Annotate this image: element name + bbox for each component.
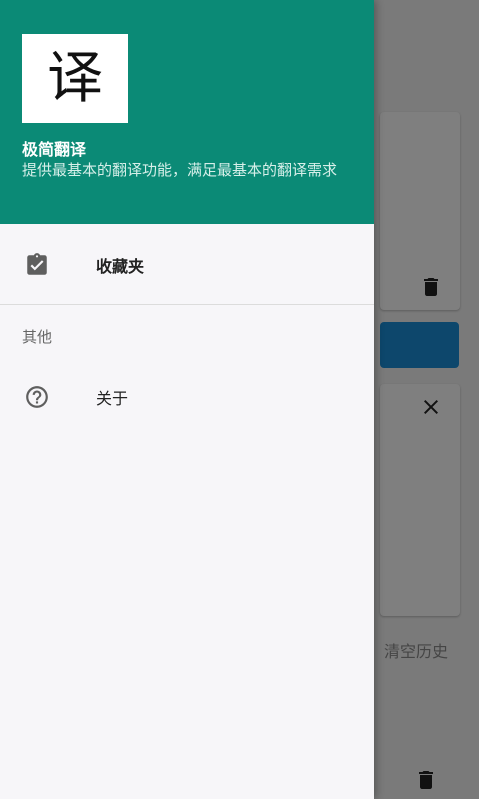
app-title: 极简翻译 — [22, 140, 87, 159]
app-description: 提供最基本的翻译功能，满足最基本的翻译需求 — [22, 161, 338, 179]
drawer-item-label: 收藏夹 — [96, 257, 145, 276]
app-logo-char: 译 — [47, 45, 103, 111]
drawer-item-favorites[interactable]: 收藏夹 — [0, 236, 374, 292]
drawer-item-label: 关于 — [96, 389, 129, 408]
section-title-other: 其他 — [22, 328, 53, 346]
drawer-item-about[interactable]: 关于 — [0, 368, 374, 424]
clipboard-check-icon — [24, 252, 50, 278]
drawer-divider — [0, 304, 374, 305]
navigation-drawer: 译 极简翻译 提供最基本的翻译功能，满足最基本的翻译需求 收藏夹 其他 关于 — [0, 0, 374, 799]
help-circle-icon — [24, 384, 50, 410]
app-logo: 译 — [22, 34, 128, 123]
drawer-header: 译 极简翻译 提供最基本的翻译功能，满足最基本的翻译需求 — [0, 0, 374, 224]
